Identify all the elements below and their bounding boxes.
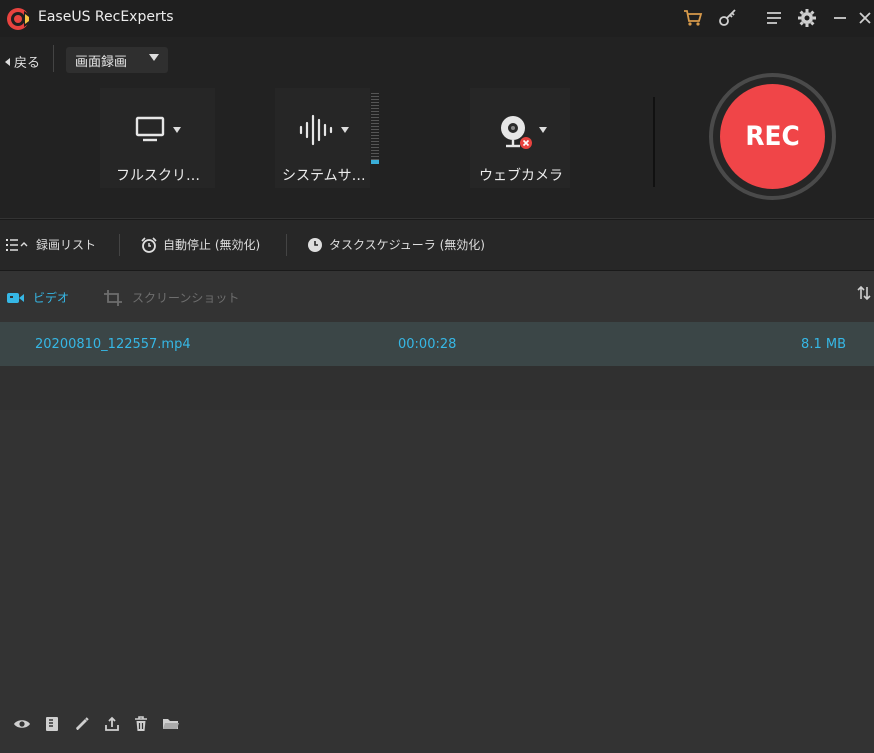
empty-row [0, 366, 874, 410]
recording-size: 8.1 MB [801, 337, 846, 352]
share-icon[interactable] [102, 714, 122, 734]
clock-icon [308, 237, 322, 252]
screen-source-label: フルスクリ… [116, 168, 200, 184]
divider [53, 45, 54, 72]
tab-screenshot-label: スクリーンショット [132, 291, 240, 305]
recording-list-button[interactable]: 録画リスト [6, 236, 96, 253]
app-title: EaseUS RecExperts [38, 9, 174, 25]
video-camera-icon [7, 292, 24, 303]
settings-icon[interactable] [795, 6, 819, 30]
tab-video[interactable]: ビデオ [7, 289, 69, 306]
back-label: 戻る [14, 56, 41, 71]
title-bar: EaseUS RecExperts [0, 0, 874, 37]
audio-source-label: システムサ… [282, 168, 366, 184]
webcam-dropdown-icon[interactable] [539, 127, 547, 133]
audio-dropdown-icon[interactable] [341, 127, 349, 133]
webcam-icon [501, 116, 532, 149]
recording-list-label: 録画リスト [36, 238, 97, 252]
folder-icon[interactable] [161, 714, 181, 734]
crop-icon [104, 289, 122, 306]
mode-select-label: 画面録画 [75, 54, 128, 70]
recording-name: 20200810_122557.mp4 [35, 337, 191, 352]
auto-stop-button[interactable]: 自動停止 (無効化) [141, 236, 260, 253]
app-window: EaseUS RecExperts 戻る 画面録画 フルスクリ… システムサ… … [0, 0, 874, 753]
options-bar: 録画リスト 自動停止 (無効化) タスクスケジューラ (無効化) [0, 219, 874, 271]
webcam-source-label: ウェブカメラ [479, 168, 563, 184]
clip-icon[interactable] [42, 714, 62, 734]
sound-wave-icon [299, 114, 333, 146]
divider [119, 234, 120, 256]
sort-icon[interactable] [857, 285, 871, 301]
delete-icon[interactable] [131, 714, 151, 734]
screen-dropdown-icon[interactable] [173, 127, 181, 133]
auto-stop-label: 自動停止 (無効化) [163, 238, 261, 252]
audio-level-meter [371, 93, 379, 165]
alarm-clock-icon [141, 236, 157, 253]
key-icon[interactable] [716, 6, 740, 30]
mode-select[interactable]: 画面録画 [66, 47, 168, 73]
back-arrow-icon [5, 57, 10, 66]
task-scheduler-button[interactable]: タスクスケジューラ (無効化) [307, 236, 485, 253]
close-icon[interactable] [853, 6, 874, 30]
preview-icon[interactable] [12, 714, 32, 734]
rec-button[interactable]: REC [720, 84, 825, 189]
minimize-icon[interactable] [828, 6, 852, 30]
tab-screenshot[interactable]: スクリーンショット [104, 289, 239, 306]
app-logo-icon [7, 8, 30, 30]
chevron-down-icon [149, 54, 159, 61]
cart-icon[interactable] [681, 6, 705, 30]
tab-video-label: ビデオ [33, 291, 70, 305]
edit-icon[interactable] [72, 714, 92, 734]
divider [286, 234, 287, 256]
monitor-icon [135, 116, 165, 142]
list-icon [6, 238, 28, 251]
recording-duration: 00:00:28 [398, 337, 457, 352]
audio-level-fill [371, 160, 379, 164]
task-scheduler-label: タスクスケジューラ (無効化) [329, 238, 485, 252]
back-button[interactable]: 戻る [5, 52, 40, 71]
divider [653, 97, 655, 187]
table-row[interactable]: 20200810_122557.mp4 00:00:28 8.1 MB [0, 322, 874, 366]
menu-icon[interactable] [762, 6, 786, 30]
rec-label: REC [745, 121, 800, 152]
